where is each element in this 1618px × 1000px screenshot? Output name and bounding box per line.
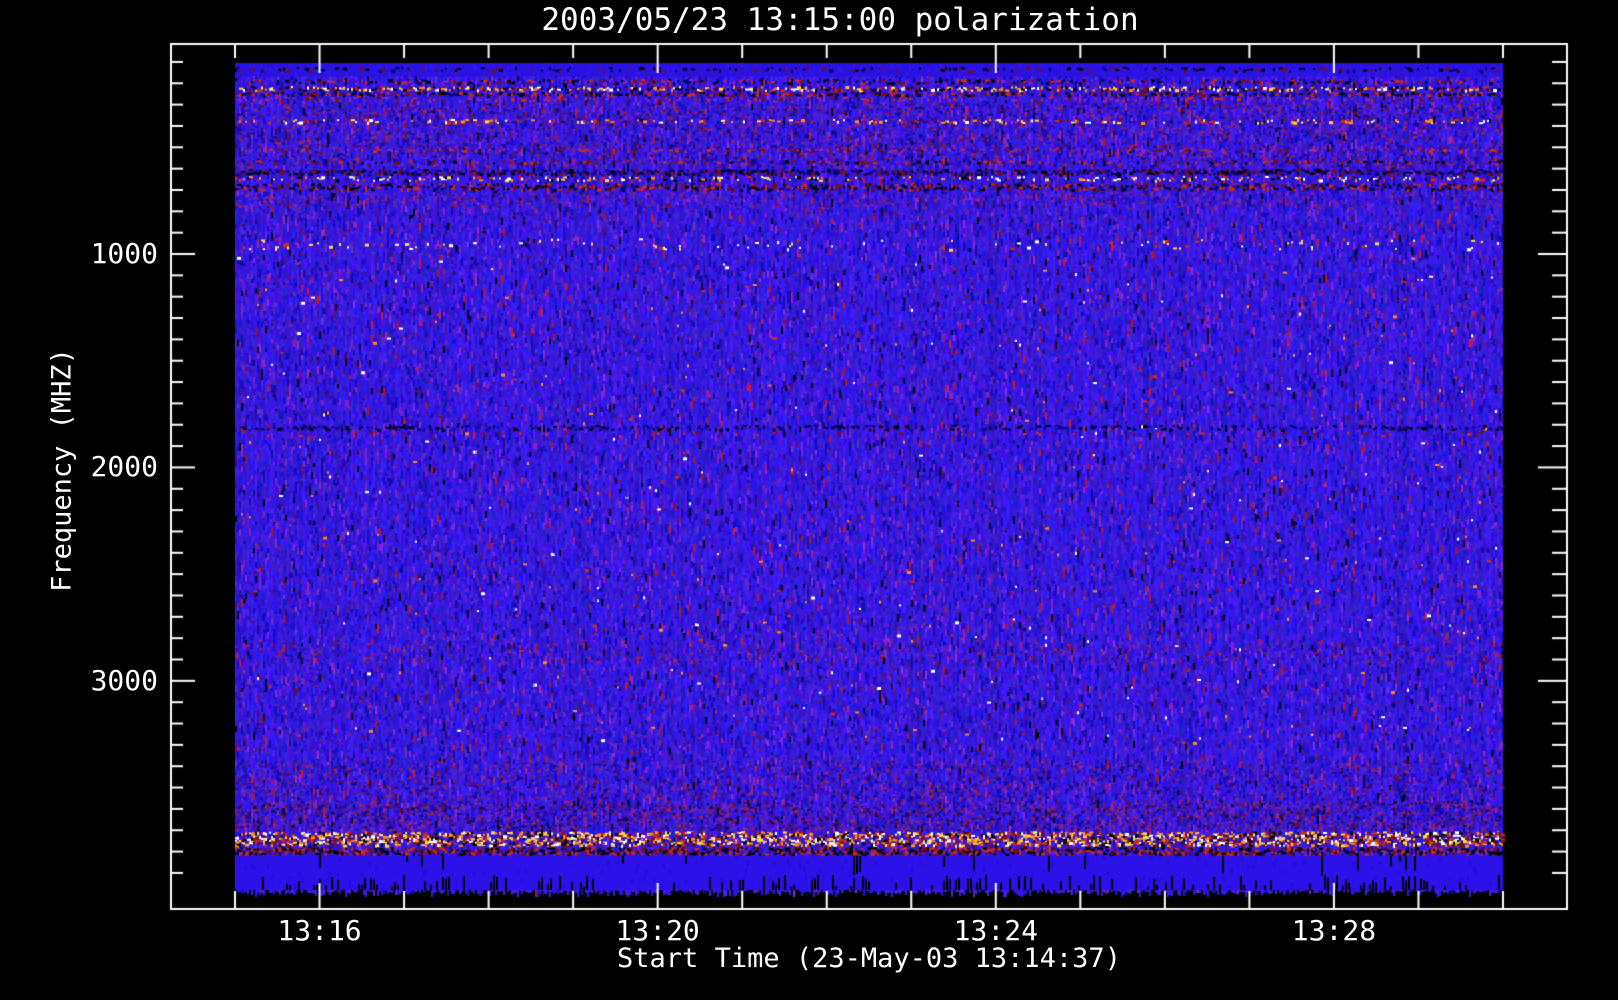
- y-axis-title: Frequency (MHZ): [46, 348, 78, 592]
- spectrogram-canvas: [0, 0, 1618, 1000]
- x-tick-label: 13:24: [953, 914, 1038, 947]
- x-tick-label: 13:16: [277, 914, 362, 947]
- y-tick-label: 1000: [90, 237, 158, 270]
- x-tick-label: 13:20: [615, 914, 700, 947]
- solar-radio-spectrogram: 2003/05/23 13:15:00 polarization Frequen…: [0, 0, 1618, 1000]
- x-tick-label: 13:28: [1291, 914, 1377, 947]
- y-tick-label: 3000: [90, 663, 158, 697]
- x-axis-title: Start Time (23-May-03 13:14:37): [617, 943, 1121, 974]
- plot-title: 2003/05/23 13:15:00 polarization: [541, 2, 1139, 38]
- y-tick-label: 2000: [90, 450, 158, 484]
